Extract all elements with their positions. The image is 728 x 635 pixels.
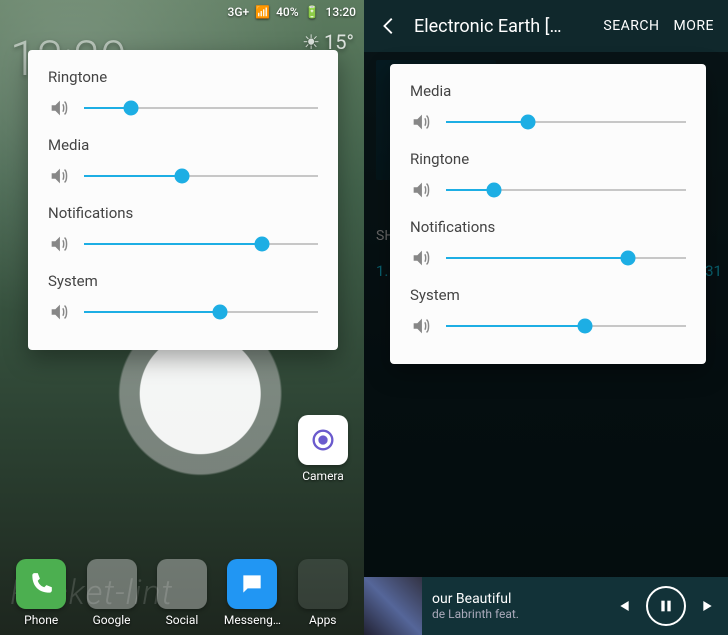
volume-slider-ringtone[interactable] — [446, 178, 686, 202]
volume-row-ringtone: Ringtone — [48, 68, 318, 120]
volume-slider-ringtone[interactable] — [84, 96, 318, 120]
home-screen: 3G+ 📶 40% 🔋 13:20 13:20 ☀ 15° Camera Poc… — [0, 0, 364, 635]
prev-button[interactable] — [612, 596, 632, 616]
folder-icon — [87, 559, 137, 609]
volume-slider-notifications[interactable] — [84, 232, 318, 256]
dock-social[interactable]: Social — [151, 559, 213, 627]
speaker-icon[interactable] — [410, 179, 432, 201]
volume-label: Ringtone — [410, 150, 686, 168]
messenger-icon — [227, 559, 277, 609]
volume-label: Media — [410, 82, 686, 100]
status-bar: 3G+ 📶 40% 🔋 13:20 — [0, 0, 364, 24]
miniplayer-subtitle: de Labrinth feat. — [432, 607, 602, 621]
volume-label: System — [410, 286, 686, 304]
volume-row-system: System — [48, 272, 318, 324]
phone-icon — [16, 559, 66, 609]
camera-shortcut[interactable]: Camera — [296, 415, 350, 483]
miniplayer-title: our Beautiful — [432, 591, 602, 607]
miniplayer-art — [364, 577, 422, 635]
speaker-icon[interactable] — [410, 247, 432, 269]
volume-row-media: Media — [48, 136, 318, 188]
signal-icon: 📶 — [255, 5, 270, 19]
dock-label: Apps — [309, 613, 337, 627]
volume-row-media: Media — [410, 82, 686, 134]
mini-player[interactable]: our Beautiful de Labrinth feat. — [364, 577, 728, 635]
speaker-icon[interactable] — [48, 233, 70, 255]
dock-google[interactable]: Google — [81, 559, 143, 627]
battery-percent: 40% — [276, 5, 298, 19]
dock-messenger[interactable]: Messeng… — [221, 559, 283, 627]
volume-label: System — [48, 272, 318, 290]
speaker-icon[interactable] — [48, 301, 70, 323]
dock-apps[interactable]: Apps — [292, 559, 354, 627]
volume-slider-media[interactable] — [84, 164, 318, 188]
camera-label: Camera — [302, 469, 344, 483]
volume-row-system: System — [410, 286, 686, 338]
dock-label: Social — [166, 613, 199, 627]
speaker-icon[interactable] — [48, 97, 70, 119]
status-time: 13:20 — [326, 5, 356, 19]
camera-icon — [298, 415, 348, 465]
speaker-icon[interactable] — [410, 315, 432, 337]
miniplayer-meta: our Beautiful de Labrinth feat. — [422, 591, 612, 621]
speaker-icon[interactable] — [410, 111, 432, 133]
volume-label: Media — [48, 136, 318, 154]
network-indicator: 3G+ — [228, 5, 250, 19]
folder-icon — [157, 559, 207, 609]
volume-slider-system[interactable] — [84, 300, 318, 324]
dock-label: Google — [93, 613, 131, 627]
battery-icon: 🔋 — [305, 5, 320, 19]
speaker-icon[interactable] — [48, 165, 70, 187]
volume-label: Ringtone — [48, 68, 318, 86]
dock-label: Phone — [24, 613, 58, 627]
apps-icon — [298, 559, 348, 609]
appbar-title: Electronic Earth [… — [414, 16, 589, 37]
volume-row-ringtone: Ringtone — [410, 150, 686, 202]
volume-row-notifications: Notifications — [48, 204, 318, 256]
dock-label: Messeng… — [224, 613, 281, 627]
volume-slider-notifications[interactable] — [446, 246, 686, 270]
search-action[interactable]: SEARCH — [603, 18, 659, 34]
dock-phone[interactable]: Phone — [10, 559, 72, 627]
volume-slider-system[interactable] — [446, 314, 686, 338]
back-button[interactable] — [378, 15, 400, 37]
volume-row-notifications: Notifications — [410, 218, 686, 270]
volume-panel: Media Ringtone Notifications System — [390, 64, 706, 364]
volume-label: Notifications — [48, 204, 318, 222]
dock: Phone Google Social Messeng… Apps — [0, 559, 364, 627]
volume-label: Notifications — [410, 218, 686, 236]
music-screen: SH 1. 31 Electronic Earth [… SEARCH MORE… — [364, 0, 728, 635]
volume-slider-media[interactable] — [446, 110, 686, 134]
play-pause-button[interactable] — [646, 586, 686, 626]
volume-panel: Ringtone Media Notifications System — [28, 50, 338, 350]
next-button[interactable] — [700, 596, 720, 616]
app-bar: Electronic Earth [… SEARCH MORE — [364, 0, 728, 52]
more-action[interactable]: MORE — [674, 18, 714, 34]
